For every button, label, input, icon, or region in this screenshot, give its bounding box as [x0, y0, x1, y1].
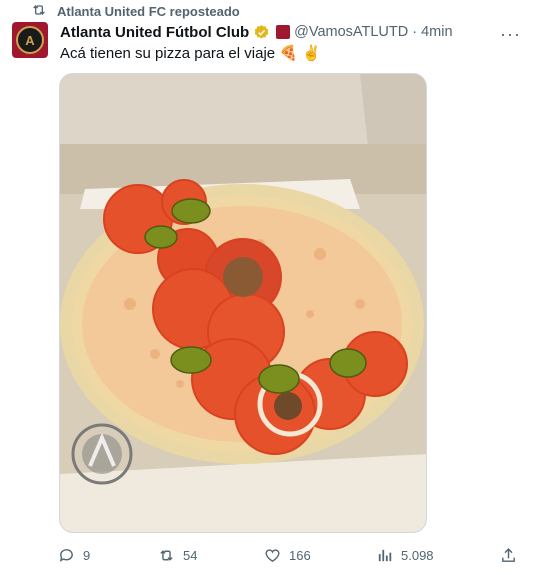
like-count: 166: [289, 547, 311, 563]
repost-label: Atlanta United FC reposteado: [57, 3, 240, 19]
post-time[interactable]: 4min: [421, 24, 452, 40]
separator-dot: ·: [412, 24, 418, 40]
views-chart-icon: [378, 549, 392, 561]
views-count: 5.098: [401, 547, 434, 563]
affiliate-badge-icon[interactable]: [276, 25, 291, 39]
post-actions: 9 54 166 5.098: [0, 543, 535, 567]
repost-button[interactable]: 54: [158, 543, 197, 567]
share-icon: [502, 547, 515, 562]
views-button[interactable]: 5.098: [376, 543, 434, 567]
reply-icon: [59, 548, 73, 562]
repost-banner[interactable]: Atlanta United FC reposteado: [31, 2, 240, 20]
author-name[interactable]: Atlanta United Fútbol Club: [60, 24, 249, 41]
repost-action-icon: [160, 549, 173, 561]
reply-count: 9: [83, 547, 91, 563]
verified-badge-icon[interactable]: [253, 24, 270, 41]
post-image[interactable]: [59, 73, 427, 533]
atlanta-united-logo-icon: A: [16, 26, 44, 54]
repost-count: 54: [183, 547, 198, 563]
avatar[interactable]: A: [12, 22, 48, 58]
post-header: Atlanta United Fútbol Club @VamosATLUTD …: [60, 22, 453, 42]
post-text: Acá tienen su pizza para el viaje 🍕 ✌️: [60, 45, 321, 62]
like-button[interactable]: 166: [264, 543, 311, 567]
reply-button[interactable]: 9: [58, 543, 90, 567]
heart-icon: [265, 548, 280, 562]
more-options-icon[interactable]: ···: [500, 24, 521, 45]
author-handle[interactable]: @VamosATLUTD: [294, 24, 408, 40]
share-button[interactable]: [500, 543, 517, 567]
repost-icon: [31, 2, 47, 21]
